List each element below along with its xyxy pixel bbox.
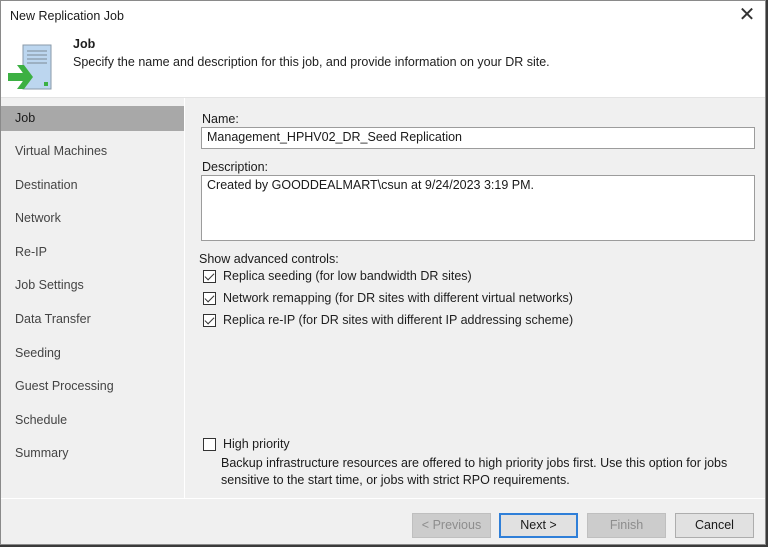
sidebar-item-seeding[interactable]: Seeding (1, 337, 184, 371)
checkbox-checked-icon[interactable] (203, 291, 216, 305)
next-button[interactable]: Next > (499, 513, 578, 538)
finish-button[interactable]: Finish (587, 513, 666, 538)
checkbox-checked-icon[interactable] (203, 313, 216, 327)
replica-re-ip-checkbox[interactable]: Replica re-IP (for DR sites with differe… (203, 313, 573, 327)
name-label: Name: (202, 112, 239, 126)
sidebar-item-guest-processing[interactable]: Guest Processing (1, 370, 184, 404)
sidebar-item-schedule[interactable]: Schedule (1, 404, 184, 438)
advanced-controls-label: Show advanced controls: (199, 252, 339, 266)
checkbox-unchecked-icon[interactable] (203, 437, 216, 451)
window-title: New Replication Job (10, 9, 124, 23)
title-bar: New Replication Job ✕ (1, 1, 765, 31)
high-priority-note: Backup infrastructure resources are offe… (221, 456, 728, 487)
wizard-steps-sidebar: Job Virtual Machines Destination Network… (1, 98, 185, 498)
sidebar-item-destination[interactable]: Destination (1, 169, 184, 203)
high-priority-checkbox[interactable]: High priority (203, 437, 290, 451)
step-title: Job (73, 37, 96, 51)
sidebar-item-job[interactable]: Job (1, 106, 184, 131)
cancel-button[interactable]: Cancel (675, 513, 754, 538)
close-icon[interactable]: ✕ (735, 4, 759, 28)
sidebar-item-re-ip[interactable]: Re-IP (1, 236, 184, 270)
step-description: Specify the name and description for thi… (73, 55, 550, 69)
sidebar-item-job-settings[interactable]: Job Settings (1, 269, 184, 303)
sidebar-item-virtual-machines[interactable]: Virtual Machines (1, 135, 184, 169)
sidebar-item-summary[interactable]: Summary (1, 437, 184, 471)
replication-job-icon (8, 44, 52, 90)
high-priority-label: High priority (223, 437, 290, 451)
sidebar-item-network[interactable]: Network (1, 202, 184, 236)
checkbox-checked-icon[interactable] (203, 269, 216, 283)
previous-button[interactable]: < Previous (412, 513, 491, 538)
name-input[interactable]: Management_HPHV02_DR_Seed Replication (201, 127, 755, 149)
description-textarea[interactable]: Created by GOODDEALMART\csun at 9/24/202… (201, 175, 755, 241)
job-form: Name: Management_HPHV02_DR_Seed Replicat… (187, 98, 765, 498)
sidebar-item-data-transfer[interactable]: Data Transfer (1, 303, 184, 337)
network-remapping-checkbox[interactable]: Network remapping (for DR sites with dif… (203, 291, 573, 305)
new-replication-job-dialog: New Replication Job ✕ Job Specify the na… (0, 0, 766, 545)
network-remapping-label: Network remapping (for DR sites with dif… (223, 291, 573, 305)
replica-re-ip-label: Replica re-IP (for DR sites with differe… (223, 313, 574, 327)
wizard-footer: < Previous Next > Finish Cancel (1, 498, 765, 546)
replica-seeding-label: Replica seeding (for low bandwidth DR si… (223, 269, 472, 283)
wizard-header: Job Specify the name and description for… (1, 31, 765, 98)
replica-seeding-checkbox[interactable]: Replica seeding (for low bandwidth DR si… (203, 269, 472, 283)
description-label: Description: (202, 160, 268, 174)
